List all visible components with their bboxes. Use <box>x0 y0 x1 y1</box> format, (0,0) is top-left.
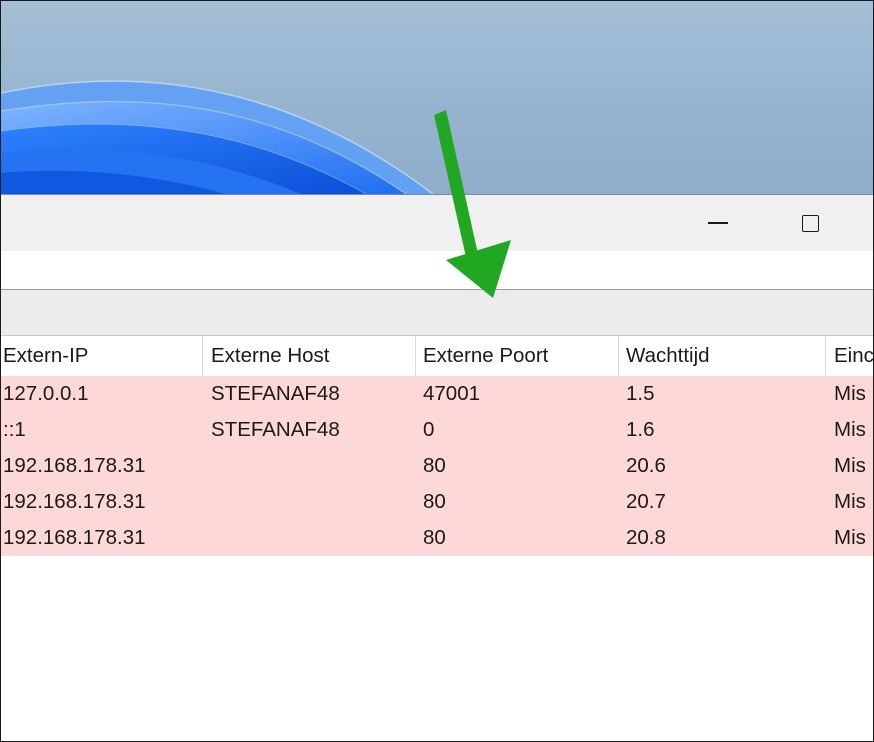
table-row[interactable]: 127.0.0.1 STEFANAF48 47001 1.5 Mis <box>1 376 873 412</box>
cell-externe-poort: 0 <box>423 418 435 441</box>
cell-externe-host <box>203 520 416 556</box>
table-row[interactable]: 192.168.178.31 80 20.7 Mis <box>1 484 873 520</box>
toolbar <box>1 290 873 336</box>
cell-externe-poort: 80 <box>423 454 446 477</box>
desktop-wallpaper <box>1 1 873 194</box>
column-header-extern-ip[interactable]: Extern-IP <box>1 336 203 376</box>
cell-extern-ip: ::1 <box>3 418 26 441</box>
cell-eind: Mis <box>834 418 866 441</box>
connections-table: Extern-IP Externe Host Externe Poort Wac… <box>1 336 873 556</box>
column-header-wachttijd[interactable]: Wachttijd <box>619 336 826 376</box>
window-titlebar <box>1 194 873 251</box>
cell-externe-poort: 80 <box>423 490 446 513</box>
cell-extern-ip: 192.168.178.31 <box>3 454 146 477</box>
cell-extern-ip: 127.0.0.1 <box>3 382 89 405</box>
table-row[interactable]: ::1 STEFANAF48 0 1.6 Mis <box>1 412 873 448</box>
table-header-row: Extern-IP Externe Host Externe Poort Wac… <box>1 336 873 376</box>
cell-externe-poort: 47001 <box>423 382 481 405</box>
column-header-externe-host[interactable]: Externe Host <box>203 336 416 376</box>
address-bar[interactable] <box>1 251 873 290</box>
cell-eind: Mis <box>834 490 866 513</box>
cell-eind: Mis <box>834 454 866 477</box>
table-row[interactable]: 192.168.178.31 80 20.8 Mis <box>1 520 873 556</box>
minimize-button[interactable] <box>695 195 741 251</box>
cell-externe-host <box>203 448 416 484</box>
cell-wachttijd: 20.7 <box>626 490 666 513</box>
windows-bloom-graphic <box>1 80 434 194</box>
cell-externe-poort: 80 <box>423 526 446 549</box>
cell-externe-host <box>203 484 416 520</box>
cell-eind: Mis <box>834 526 866 549</box>
maximize-button[interactable] <box>787 195 833 251</box>
cell-wachttijd: 1.5 <box>626 382 655 405</box>
cell-wachttijd: 20.8 <box>626 526 666 549</box>
cell-eind: Mis <box>834 382 866 405</box>
cell-wachttijd: 1.6 <box>626 418 655 441</box>
cell-wachttijd: 20.6 <box>626 454 666 477</box>
maximize-icon <box>801 214 819 232</box>
cell-externe-host: STEFANAF48 <box>211 418 340 441</box>
cell-extern-ip: 192.168.178.31 <box>3 490 146 513</box>
column-header-externe-poort[interactable]: Externe Poort <box>416 336 619 376</box>
minimize-icon <box>708 222 728 224</box>
table-row[interactable]: 192.168.178.31 80 20.6 Mis <box>1 448 873 484</box>
column-header-eind[interactable]: Einc <box>826 336 873 376</box>
screenshot-frame: Extern-IP Externe Host Externe Poort Wac… <box>0 0 874 742</box>
cell-externe-host: STEFANAF48 <box>211 382 340 405</box>
cell-extern-ip: 192.168.178.31 <box>3 526 146 549</box>
